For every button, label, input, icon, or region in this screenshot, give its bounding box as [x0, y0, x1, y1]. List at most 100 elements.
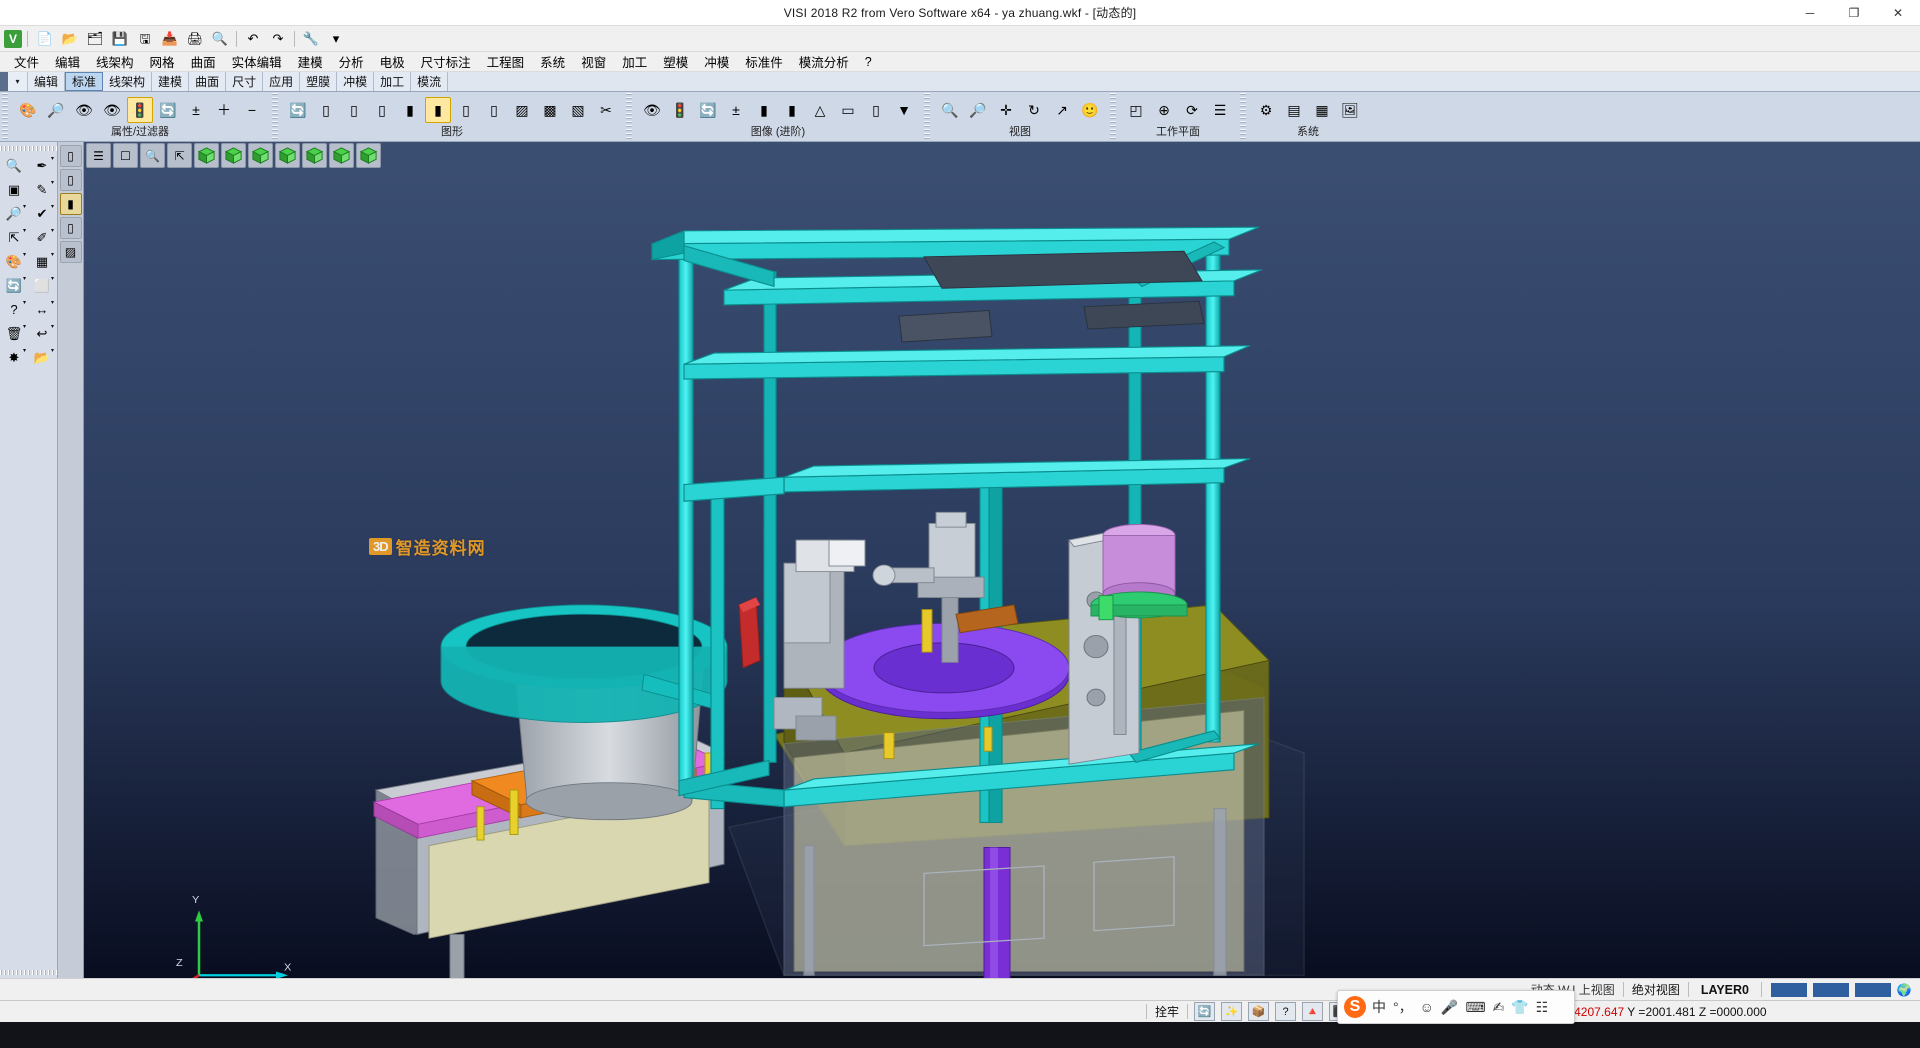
draw-curve-icon[interactable]: ✎▾	[29, 178, 55, 201]
print-icon[interactable]: 🖨	[183, 28, 207, 50]
pan-icon[interactable]: ✛	[993, 97, 1019, 123]
menu-item-13[interactable]: 加工	[614, 51, 655, 72]
menu-item-0[interactable]: 文件	[6, 51, 47, 72]
overflow-chevron-icon[interactable]: ▾	[324, 28, 348, 50]
open-folder-tool-icon[interactable]: 📂▾	[29, 346, 55, 369]
menu-item-12[interactable]: 视窗	[573, 51, 614, 72]
ime-handwriting-icon[interactable]: ✍	[1493, 999, 1505, 1016]
system-layer-icon[interactable]: ▤	[1281, 97, 1307, 123]
menu-item-17[interactable]: 模流分析	[791, 51, 857, 72]
tab-曲面[interactable]: 曲面	[189, 72, 226, 91]
wp-list-icon[interactable]: ☰	[1207, 97, 1233, 123]
dropdown-arrow-icon[interactable]: ▾	[51, 179, 54, 186]
color-palette-icon[interactable]: 🎨	[15, 97, 41, 123]
transparent-icon[interactable]: ▯	[453, 97, 479, 123]
lock-label[interactable]: 拴牢	[1153, 1003, 1181, 1020]
tab-冲模[interactable]: 冲模	[337, 72, 374, 91]
analysis-tool-icon[interactable]: ✸▾	[1, 346, 27, 369]
ucs-axes-icon[interactable]: ⇱▾	[1, 226, 27, 249]
wp-rotate-icon[interactable]: ⟳	[1179, 97, 1205, 123]
menu-item-8[interactable]: 电极	[372, 51, 413, 72]
hidden-line-dashed-icon[interactable]: ▯	[369, 97, 395, 123]
tab-应用[interactable]: 应用	[263, 72, 300, 91]
ime-keyboard-icon[interactable]: ⌨	[1465, 999, 1485, 1016]
view-bottom-icon[interactable]	[356, 143, 381, 168]
menu-item-10[interactable]: 工程图	[479, 51, 533, 72]
wireframe-icon[interactable]: ▯	[313, 97, 339, 123]
dropdown-arrow-icon[interactable]: ▾	[23, 251, 26, 258]
display-transparent-icon[interactable]: ▯	[60, 217, 82, 239]
undo-tool-icon[interactable]: ↩▾	[29, 322, 55, 345]
display-shaded-icon[interactable]: ▮	[60, 193, 82, 215]
zoom-in-tool-icon[interactable]: 🔎▾	[1, 202, 27, 225]
edit-geometry-icon[interactable]: ✐▾	[29, 226, 55, 249]
redo-icon[interactable]: ↷	[266, 28, 290, 50]
tab-编辑[interactable]: 编辑	[28, 72, 65, 91]
menu-item-2[interactable]: 线架构	[88, 51, 142, 72]
menu-item-4[interactable]: 曲面	[183, 51, 224, 72]
minimize-button[interactable]: ─	[1788, 0, 1832, 26]
ime-toolbox-icon[interactable]: ☷	[1536, 999, 1549, 1016]
tab-标准[interactable]: 标准	[65, 72, 103, 91]
rotate-dynamic-icon[interactable]: ↻	[1021, 97, 1047, 123]
menu-item-5[interactable]: 实体编辑	[224, 51, 290, 72]
dropdown-arrow-icon[interactable]: ▾	[51, 275, 54, 282]
close-button[interactable]: ✕	[1876, 0, 1920, 26]
solid-style-5-icon[interactable]: ▯	[863, 97, 889, 123]
show-remove-icon[interactable]: 👁	[99, 97, 125, 123]
render-quality-icon[interactable]: ✂	[593, 97, 619, 123]
system-screenshot-icon[interactable]: 🖼	[1337, 97, 1363, 123]
dimension-tool-icon[interactable]: ↔▾	[29, 298, 55, 321]
maximize-button[interactable]: ❐	[1832, 0, 1876, 26]
shaded-icon[interactable]: ▮	[397, 97, 423, 123]
help-question-icon[interactable]: ?▾	[1, 298, 27, 321]
view-iso-icon[interactable]	[275, 143, 300, 168]
color-chip-2[interactable]	[1813, 983, 1849, 997]
view-ucs-icon[interactable]: ⇱	[167, 143, 192, 168]
customize-icon[interactable]: 🔧	[299, 28, 323, 50]
ime-chinese-mode-icon[interactable]: 中	[1372, 997, 1386, 1017]
show-all-icon[interactable]: ＋	[211, 97, 237, 123]
save-as-icon[interactable]: 🖫	[133, 28, 157, 50]
view-normal-icon[interactable]: ↗	[1049, 97, 1075, 123]
dynamic-section-icon[interactable]: ▩	[537, 97, 563, 123]
viewport[interactable]: ☰☐🔍⇱	[84, 142, 1920, 978]
dropdown-arrow-icon[interactable]: ▾	[23, 323, 26, 330]
system-config-icon[interactable]: ⚙	[1253, 97, 1279, 123]
system-grid-icon[interactable]: ▦	[1309, 97, 1335, 123]
hidden-line-icon[interactable]: ▯	[341, 97, 367, 123]
menu-item-3[interactable]: 网格	[142, 51, 183, 72]
entity-info-icon[interactable]: 🔎	[43, 97, 69, 123]
undo-icon[interactable]: ↶	[241, 28, 265, 50]
advanced-show-icon[interactable]: 👁	[639, 97, 665, 123]
tab-线架构[interactable]: 线架构	[103, 72, 152, 91]
dynamic-rotate-status-icon[interactable]: 🔺	[1302, 1002, 1323, 1021]
menu-item-18[interactable]: ?	[857, 54, 880, 70]
layer-label[interactable]: LAYER0	[1695, 983, 1755, 997]
dropdown-arrow-icon[interactable]: ▾	[23, 203, 26, 210]
shaded-edges-icon[interactable]: ▮	[425, 97, 451, 123]
dropdown-arrow-icon[interactable]: ▾	[51, 155, 54, 162]
view-list-icon[interactable]: ☰	[86, 143, 111, 168]
view-fit-icon[interactable]: ☐	[113, 143, 138, 168]
solid-style-3-icon[interactable]: △	[807, 97, 833, 123]
open-file-icon[interactable]: 📂	[58, 28, 82, 50]
dropdown-arrow-icon[interactable]: ▾	[51, 251, 54, 258]
tab-尺寸[interactable]: 尺寸	[226, 72, 263, 91]
wp-origin-icon[interactable]: ⊕	[1151, 97, 1177, 123]
dropdown-arrow-icon[interactable]: ▾	[51, 347, 54, 354]
zoom-all-icon[interactable]: 🔎	[965, 97, 991, 123]
save-all-icon[interactable]: 📥	[158, 28, 182, 50]
globe-icon[interactable]: 🌍	[1894, 981, 1914, 999]
dropdown-arrow-icon[interactable]: ▾	[51, 299, 54, 306]
advanced-refresh-icon[interactable]: 🔄	[695, 97, 721, 123]
tab-加工[interactable]: 加工	[374, 72, 411, 91]
dropdown-arrow-icon[interactable]: ▾	[23, 299, 26, 306]
flat-shade-icon[interactable]: ▯	[481, 97, 507, 123]
advanced-filter-icon[interactable]: 🚦	[667, 97, 693, 123]
sogou-logo-icon[interactable]: S	[1344, 996, 1366, 1018]
color-chip-1[interactable]	[1771, 983, 1807, 997]
menu-item-1[interactable]: 编辑	[47, 51, 88, 72]
ime-voice-icon[interactable]: 🎤	[1441, 999, 1458, 1016]
advanced-toggle-icon[interactable]: ±	[723, 97, 749, 123]
